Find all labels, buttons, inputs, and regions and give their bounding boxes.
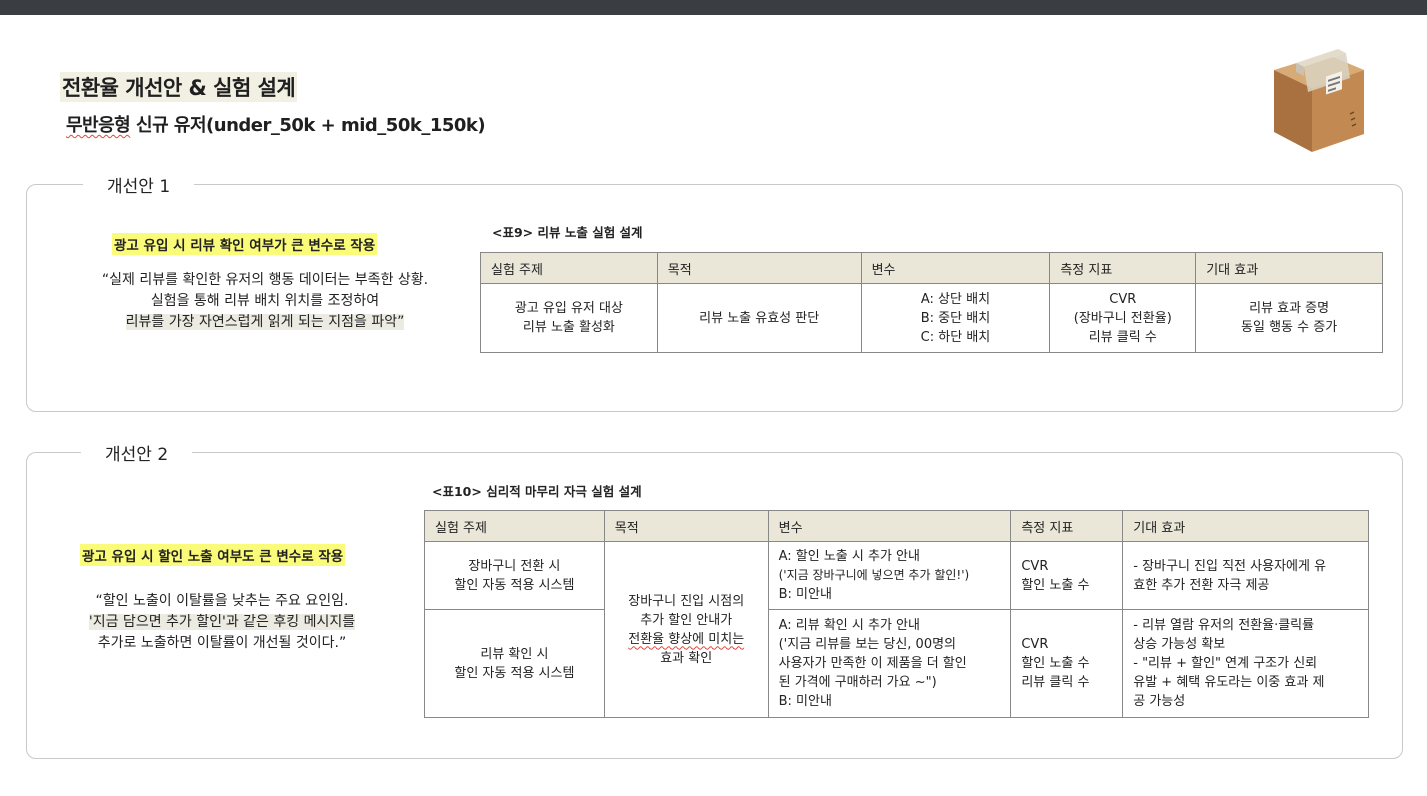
cell-line: 장바구니 진입 시점의 [628, 593, 745, 609]
column-header: 변수 [860, 252, 1051, 284]
cell-line: A: 상단 배치 [920, 291, 991, 307]
effect-cell: - 장바구니 진입 직전 사용자에게 유 효한 추가 전환 자극 제공 [1122, 541, 1369, 610]
cell-line: B: 미안내 [778, 694, 832, 709]
column-header: 목적 [656, 252, 862, 284]
cell-line: 할인 노출 수 [1021, 577, 1090, 593]
page-subtitle: 무반응형 신규 유저(under_50k + mid_50k_150k) [66, 111, 486, 137]
subtitle-keyword: 무반응형 [66, 115, 131, 136]
purpose-cell: 리뷰 노출 유효성 판단 [656, 283, 862, 353]
table-9: 실험 주제 목적 변수 측정 지표 기대 효과 광고 유입 유저 대상 리뷰 노… [480, 252, 1383, 353]
cell-line: A: 할인 노출 시 추가 안내 [778, 549, 920, 564]
topic-cell: 리뷰 확인 시 할인 자동 적용 시스템 [424, 609, 605, 718]
column-header: 측정 지표 [1010, 510, 1124, 542]
column-header: 변수 [767, 510, 1012, 542]
subtitle-text: 신규 유저(under_50k + mid_50k_150k) [130, 115, 486, 136]
cell-line: 사용자가 만족한 이 제품을 더 할인 [778, 656, 967, 671]
proposal-1-quote: “실제 리뷰를 확인한 유저의 행동 데이터는 부족한 상황. 실험을 통해 리… [72, 270, 458, 333]
cell-line: 리뷰 클릭 수 [1021, 675, 1090, 690]
cell-line: 리뷰 노출 활성화 [522, 320, 615, 335]
cell-line: CVR [1109, 291, 1137, 307]
table-9-caption: <표9> 리뷰 노출 실험 설계 [492, 225, 643, 240]
cell-line: 유발 + 혜택 유도라는 이중 효과 제 [1133, 675, 1325, 690]
metrics-cell: CVR 할인 노출 수 [1010, 541, 1124, 610]
cardboard-box-icon [1274, 49, 1364, 152]
cell-line: CVR [1021, 558, 1049, 574]
cell-line: ('지금 리뷰를 보는 당신, 00명의 [778, 637, 957, 652]
cell-line: 광고 유입 유저 대상 [514, 301, 623, 316]
cell-line: 할인 자동 적용 시스템 [454, 577, 575, 593]
quote-line: 추가로 노출하면 이탈률이 개선될 것이다.” [97, 635, 347, 651]
cell-line: 장바구니 전환 시 [468, 558, 561, 574]
quote-highlight: 리뷰를 가장 자연스럽게 읽게 되는 지점을 파악” [125, 314, 405, 330]
table-10: 실험 주제 목적 변수 측정 지표 기대 효과 장바구니 전환 시 할인 자동 … [424, 510, 1369, 718]
table-header-row: 실험 주제 목적 변수 측정 지표 기대 효과 [424, 510, 1369, 542]
cell-line: - 리뷰 열람 유저의 전환율·클릭률 [1133, 618, 1315, 633]
top-bar [0, 0, 1427, 15]
column-header: 목적 [603, 510, 769, 542]
cell-line: 공 가능성 [1133, 694, 1186, 709]
variables-cell: A: 상단 배치 B: 중단 배치 C: 하단 배치 [860, 283, 1051, 353]
page-title: 전환율 개선안 & 실험 설계 [60, 72, 298, 102]
purpose-cell: 장바구니 진입 시점의 추가 할인 안내가 전환율 향상에 미치는 효과 확인 [603, 541, 769, 718]
table-row: 광고 유입 유저 대상 리뷰 노출 활성화 리뷰 노출 유효성 판단 A: 상단… [480, 283, 1383, 353]
cell-line: 리뷰 노출 유효성 판단 [699, 310, 820, 326]
cell-line: ('지금 장바구니에 넣으면 추가 할인!') [778, 568, 970, 582]
table-row: 장바구니 전환 시 할인 자동 적용 시스템 장바구니 진입 시점의 추가 할인… [424, 541, 1369, 718]
effect-cell: - 리뷰 열람 유저의 전환율·클릭률 상승 가능성 확보 - "리뷰 + 할인… [1122, 609, 1369, 718]
column-header: 기대 효과 [1195, 252, 1383, 284]
column-header: 실험 주제 [424, 510, 605, 542]
effect-cell: 리뷰 효과 증명 동일 행동 수 증가 [1195, 283, 1383, 353]
proposal-2-headline: 광고 유입 시 할인 노출 여부도 큰 변수로 작용 [80, 544, 346, 566]
table-10-caption: <표10> 심리적 마무리 자극 실험 설계 [432, 484, 642, 499]
cell-line: 된 가격에 구매하러 가요 ~") [778, 675, 937, 690]
cell-text: 전환율 향상에 미치는 [628, 631, 745, 647]
cell-line: 리뷰 확인 시 [480, 646, 549, 662]
topic-cell: 광고 유입 유저 대상 리뷰 노출 활성화 [480, 283, 658, 353]
variables-cell: A: 리뷰 확인 시 추가 안내 ('지금 리뷰를 보는 당신, 00명의 사용… [767, 609, 1012, 718]
metrics-cell: CVR (장바구니 전환율) 리뷰 클릭 수 [1049, 283, 1197, 353]
cell-line: B: 미안내 [778, 587, 832, 602]
cell-line: CVR [1021, 637, 1049, 652]
cell-line: 할인 노출 수 [1021, 656, 1090, 671]
cell-line: - 장바구니 진입 직전 사용자에게 유 [1133, 558, 1327, 574]
cell-line: A: 리뷰 확인 시 추가 안내 [778, 618, 920, 633]
cell-line: 동일 행동 수 증가 [1241, 320, 1338, 335]
cell-line: 효한 추가 전환 자극 제공 [1133, 577, 1270, 593]
proposal-2-label: 개선안 2 [81, 440, 193, 465]
cell-line: 상승 가능성 확보 [1133, 637, 1226, 652]
table-row: 리뷰 확인 시 할인 자동 적용 시스템 A: 리뷰 확인 시 추가 안내 ('… [424, 609, 1369, 718]
cell-line: C: 하단 배치 [920, 329, 991, 345]
quote-line: '지금 담으면 추가 할인'과 같은 후킹 메시지를 [54, 612, 390, 633]
column-header: 기대 효과 [1122, 510, 1369, 542]
quote-line: 실험을 통해 리뷰 배치 위치를 조정하여 [150, 293, 380, 309]
quote-line: “할인 노출이 이탈률을 낮추는 주요 요인임. [95, 593, 349, 609]
proposal-1-label: 개선안 1 [83, 172, 195, 197]
cell-line: - "리뷰 + 할인" 연계 구조가 신뢰 [1133, 656, 1318, 671]
cell-line: 리뷰 클릭 수 [1088, 329, 1157, 345]
table-header-row: 실험 주제 목적 변수 측정 지표 기대 효과 [480, 252, 1383, 284]
proposal-2-quote: “할인 노출이 이탈률을 낮추는 주요 요인임. '지금 담으면 추가 할인'과… [54, 591, 390, 654]
quote-line: 리뷰를 가장 자연스럽게 읽게 되는 지점을 파악” [72, 312, 458, 333]
proposal-1-headline: 광고 유입 시 리뷰 확인 여부가 큰 변수로 작용 [112, 233, 378, 255]
cell-line: B: 중단 배치 [920, 310, 991, 326]
cell-line: 리뷰 효과 증명 [1249, 301, 1330, 316]
cell-line: 할인 자동 적용 시스템 [454, 665, 575, 681]
column-header: 실험 주제 [480, 252, 658, 284]
cell-line: 효과 확인 [660, 650, 713, 666]
topic-cell: 장바구니 전환 시 할인 자동 적용 시스템 [424, 541, 605, 610]
quote-highlight: '지금 담으면 추가 할인'과 같은 후킹 메시지를 [88, 614, 356, 630]
column-header: 측정 지표 [1049, 252, 1197, 284]
cell-line: 추가 할인 안내가 [640, 612, 733, 628]
metrics-cell: CVR 할인 노출 수 리뷰 클릭 수 [1010, 609, 1124, 718]
quote-line: “실제 리뷰를 확인한 유저의 행동 데이터는 부족한 상황. [101, 272, 429, 288]
variables-cell: A: 할인 노출 시 추가 안내 ('지금 장바구니에 넣으면 추가 할인!')… [767, 541, 1012, 610]
cell-line: (장바구니 전환율) [1073, 310, 1172, 326]
cell-line: 전환율 향상에 미치는 [605, 630, 768, 649]
